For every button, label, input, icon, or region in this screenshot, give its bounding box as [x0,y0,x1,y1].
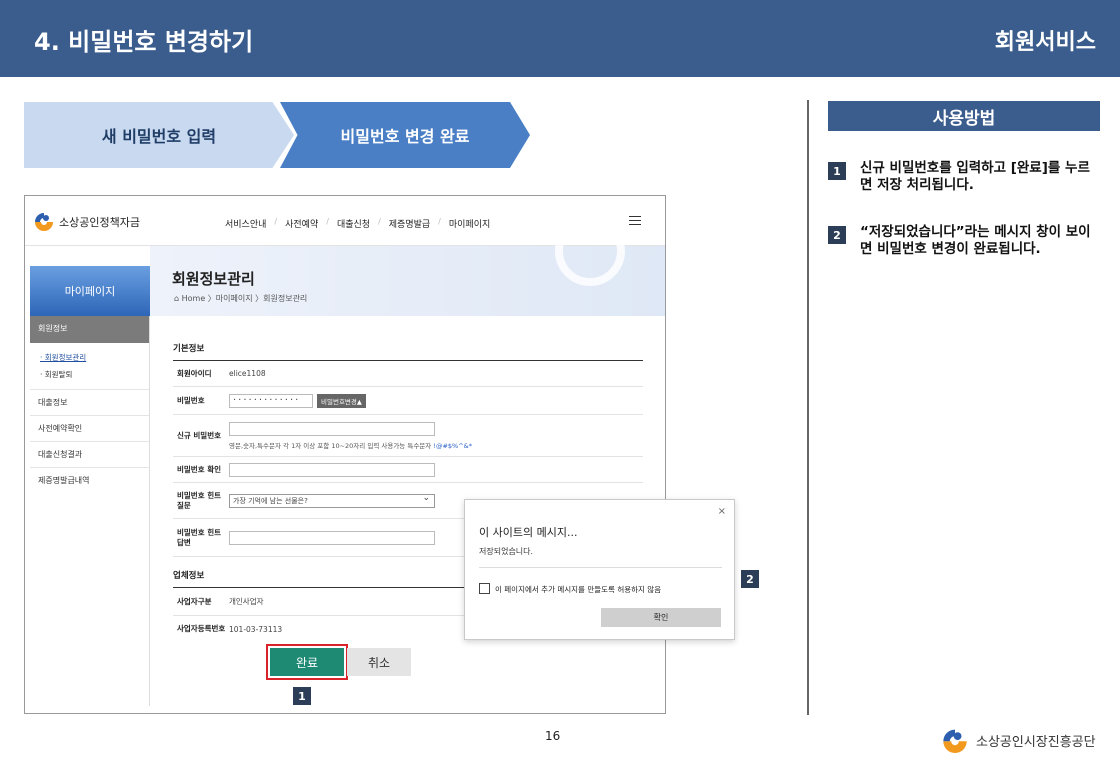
site-menu: 서비스안내 / 사전예약 / 대출신청 / 제증명발급 / 마이페이지 [225,217,498,230]
footer-logo: 소상공인시장진흥공단 [940,727,1096,757]
basic-info-heading: 기본정보 [173,342,643,361]
page-banner: 회원정보관리 ⌂ Home 〉마이페이지 〉회원정보관리 [150,216,665,316]
row-password-confirm: 비밀번호 확인 [173,457,643,483]
password-field[interactable]: ············· [229,393,313,408]
new-password-label: 신규 비밀번호 [177,430,222,440]
vertical-divider [807,100,809,715]
dialog-message: 저장되었습니다. [479,547,534,556]
complete-button[interactable]: 완료 [270,648,344,676]
lnb-item-loan-info[interactable]: 대출정보 [30,389,149,415]
hint-answer-label: 비밀번호 힌트 답변 [177,527,222,547]
lnb-title: 마이페이지 [30,266,150,316]
password-rule-help: 영문,숫자,특수문자 각 1자 이상 포함 10~20자리 입력 사용가능 특수… [229,441,472,450]
lnb-item-certificate-history[interactable]: 제증명발급내역 [30,467,149,493]
page-number: 16 [545,729,561,743]
step-marker-1: 1 [293,687,311,705]
row-member-id: 회원아이디 elice1108 [173,361,643,387]
business-type-label: 사업자구분 [177,596,212,606]
member-id-label: 회원아이디 [177,368,212,378]
banner-title: 회원정보관리 [172,270,255,288]
menu-loan-apply[interactable]: 대출신청 [337,217,370,230]
home-icon: ⌂ [174,294,182,303]
menu-certificate[interactable]: 제증명발급 [389,217,430,230]
logo-icon [35,213,53,231]
howto-text: 신규 비밀번호를 입력하고 [완료]를 누르면 저장 처리됩니다. [860,160,1090,194]
step-marker-2: 2 [741,570,759,588]
lnb-item-reservation-check[interactable]: 사전예약확인 [30,415,149,441]
row-password: 비밀번호 ············· 비밀번호변경▲ [173,387,643,415]
cancel-button[interactable]: 취소 [347,648,411,676]
slide-header: 4. 비밀번호 변경하기 회원서비스 [0,0,1120,77]
menu-service-guide[interactable]: 서비스안내 [225,217,266,230]
menu-mypage[interactable]: 마이페이지 [449,217,490,230]
org-name: 소상공인시장진흥공단 [976,735,1096,750]
hint-question-select[interactable]: 가장 기억에 남는 선물은? [229,492,435,508]
dialog-divider [479,567,722,568]
lnb-sub-withdraw[interactable]: · 회원탈퇴 [30,366,149,383]
change-password-button[interactable]: 비밀번호변경▲ [317,393,366,408]
menu-separator: / [378,217,381,226]
dialog-confirm-button[interactable]: 확인 [601,608,721,627]
howto-number: 1 [828,162,846,180]
password-label: 비밀번호 [177,395,205,405]
lnb-sub-member-manage[interactable]: · 회원정보관리 [30,349,149,366]
password-confirm-input[interactable] [229,462,435,477]
hamburger-icon[interactable] [629,216,641,225]
howto-number: 2 [828,226,846,244]
dialog-title: 이 사이트의 메시지... [479,526,578,539]
step-new-password: 새 비밀번호 입력 [24,102,294,168]
howto-title: 사용방법 [828,101,1100,131]
lnb-item-loan-result[interactable]: 대출신청결과 [30,441,149,467]
menu-separator: / [326,217,329,226]
password-confirm-label: 비밀번호 확인 [177,464,222,474]
suppress-checkbox-label: 이 페이지에서 추가 메시지를 만들도록 허용하지 않음 [495,585,662,594]
step-change-complete: 비밀번호 변경 완료 [280,102,530,168]
site-logo-text: 소상공인정책자금 [59,216,140,229]
breadcrumb: ⌂ Home 〉마이페이지 〉회원정보관리 [174,294,308,303]
section-title: 회원서비스 [994,30,1096,55]
org-logo-icon [943,729,967,753]
side-menu: 회원정보 · 회원정보관리 · 회원탈퇴 대출정보 사전예약확인 대출신청결과 … [30,316,150,706]
alert-dialog: × 이 사이트의 메시지... 저장되었습니다. 이 페이지에서 추가 메시지를… [464,499,735,640]
slide-title: 4. 비밀번호 변경하기 [34,28,254,56]
decorative-arc [555,216,625,286]
howto-text: “저장되었습니다”라는 메시지 창이 보이면 비밀번호 변경이 완료됩니다. [860,224,1091,258]
suppress-checkbox[interactable] [479,583,490,594]
hint-answer-input[interactable] [229,530,435,545]
menu-separator: / [274,217,278,226]
business-regno-label: 사업자등록번호 [177,624,226,634]
menu-pre-reservation[interactable]: 사전예약 [285,217,318,230]
lnb-group-member-info[interactable]: 회원정보 [30,316,149,343]
new-password-input[interactable] [229,421,435,436]
row-new-password: 신규 비밀번호 영문,숫자,특수문자 각 1자 이상 포함 10~20자리 입력… [173,415,643,457]
hint-question-label: 비밀번호 힌트 질문 [177,490,222,510]
member-id-value: elice1108 [229,369,266,378]
close-icon[interactable]: × [718,506,726,517]
menu-separator: / [438,217,441,226]
